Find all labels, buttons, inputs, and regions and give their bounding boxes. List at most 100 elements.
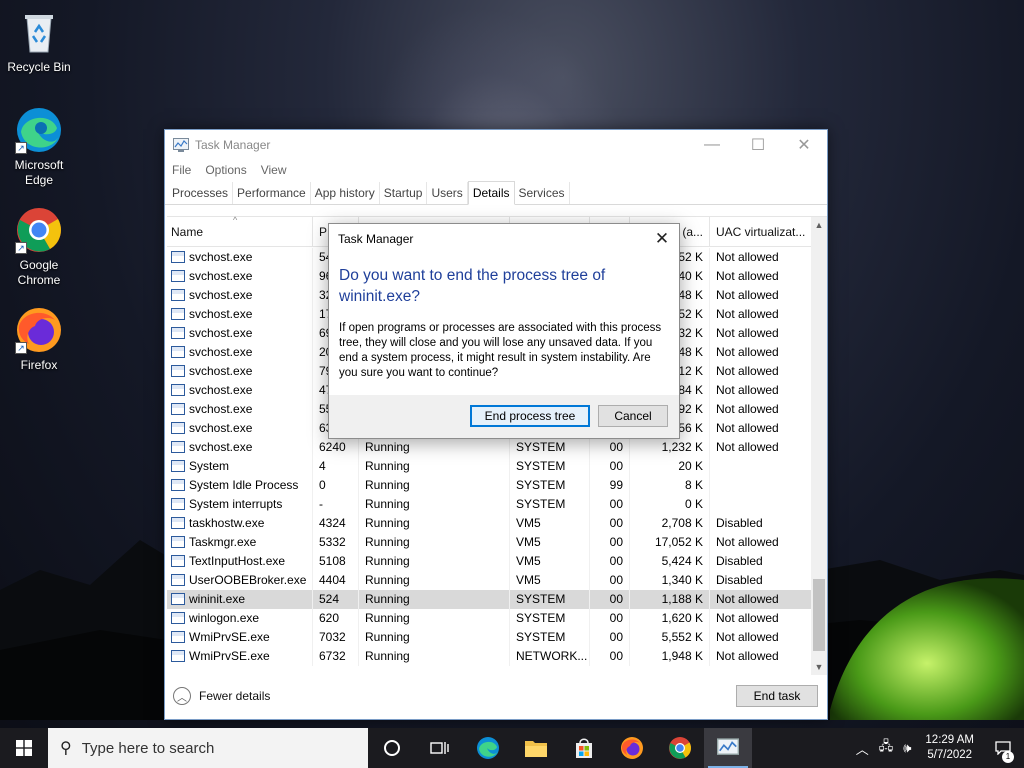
table-row[interactable]: System Idle Process 0 Running SYSTEM 99 8 K <box>167 476 811 495</box>
edge-icon: ↗ <box>15 106 63 154</box>
table-row[interactable]: WmiPrvSE.exe 7032 Running SYSTEM 00 5,552 K No… <box>167 628 811 647</box>
cancel-button[interactable]: Cancel <box>598 405 668 427</box>
tab-details[interactable]: Details <box>467 181 515 205</box>
store-icon[interactable] <box>560 728 608 768</box>
dialog-close-icon[interactable]: ✕ <box>645 224 679 253</box>
tab-services[interactable]: Services <box>515 182 570 204</box>
process-name-cell: WmiPrvSE.exe <box>167 647 313 666</box>
table-row[interactable]: wininit.exe 524 Running SYSTEM 00 1,188 K Not … <box>167 590 811 609</box>
table-row[interactable]: taskhostw.exe 4324 Running VM5 00 2,708 K Disa… <box>167 514 811 533</box>
vertical-scrollbar[interactable]: ▲ ▼ <box>811 217 827 675</box>
pid-cell: 524 <box>313 590 359 609</box>
clock[interactable]: 12:29 AM 5/7/2022 <box>925 733 974 763</box>
table-row[interactable]: svchost.exe 6240 Running SYSTEM 00 1,232 K Not… <box>167 438 811 457</box>
end-process-tree-button[interactable]: End process tree <box>470 405 590 427</box>
cpu-cell: 00 <box>590 552 630 571</box>
process-name: svchost.exe <box>189 269 253 283</box>
end-task-button[interactable]: End task <box>736 685 818 707</box>
minimize-button[interactable]: — <box>689 130 735 159</box>
column-header-name[interactable]: Name ^ <box>167 215 313 247</box>
volume-icon[interactable]: 🕪 <box>903 740 911 756</box>
cpu-cell: 00 <box>590 533 630 552</box>
menu-options[interactable]: Options <box>205 163 246 177</box>
maximize-button[interactable]: ☐ <box>735 130 781 159</box>
task-view-icon[interactable] <box>416 728 464 768</box>
scrollbar-thumb[interactable] <box>813 579 825 651</box>
windows-logo-icon <box>16 740 32 756</box>
table-row[interactable]: UserOOBEBroker.exe 4404 Running VM5 00 1,340 … <box>167 571 811 590</box>
network-icon[interactable]: 🖧 <box>879 737 894 759</box>
status-cell: Running <box>359 552 510 571</box>
start-button[interactable] <box>0 728 48 768</box>
cpu-cell: 00 <box>590 457 630 476</box>
process-name-cell: WmiPrvSE.exe <box>167 628 313 647</box>
table-row[interactable]: System 4 Running SYSTEM 00 20 K <box>167 457 811 476</box>
title-bar[interactable]: Task Manager — ☐ ✕ <box>165 130 827 159</box>
tab-app-history[interactable]: App history <box>311 182 380 204</box>
clock-time: 12:29 AM <box>925 734 974 746</box>
column-header-label: Name <box>171 225 204 239</box>
desktop-icon-firefox[interactable]: ↗ Firefox <box>1 306 77 373</box>
recycle-bin-icon <box>15 8 63 56</box>
process-name-cell: svchost.exe <box>167 438 313 457</box>
column-header-uac[interactable]: UAC virtualizat... <box>710 217 811 247</box>
notification-center-icon[interactable]: 1 <box>988 741 1018 763</box>
chevron-up-icon[interactable]: ︿ <box>856 739 869 758</box>
process-icon <box>171 402 185 415</box>
chrome-icon: ↗ <box>15 206 63 254</box>
process-name: WmiPrvSE.exe <box>189 630 270 644</box>
menu-file[interactable]: File <box>172 163 191 177</box>
process-icon <box>171 478 185 491</box>
close-button[interactable]: ✕ <box>781 130 827 159</box>
tab-users[interactable]: Users <box>427 182 468 204</box>
file-explorer-icon[interactable] <box>512 728 560 768</box>
scroll-up-icon[interactable]: ▲ <box>811 217 827 233</box>
uac-cell: Not allowed <box>716 535 779 549</box>
uac-cell: Not allowed <box>716 364 779 378</box>
search-icon: ⚲ <box>60 740 72 757</box>
desktop-icon-chrome[interactable]: ↗ Google Chrome <box>1 206 77 288</box>
cortana-icon[interactable] <box>368 728 416 768</box>
dialog-title-bar[interactable]: Task Manager ✕ <box>329 224 679 253</box>
tab-performance[interactable]: Performance <box>233 182 311 204</box>
uac-cell: Not allowed <box>716 592 779 606</box>
process-icon <box>171 440 185 453</box>
chrome-taskbar-icon[interactable] <box>656 728 704 768</box>
process-icon <box>171 288 185 301</box>
tab-bar: Processes Performance App history Startu… <box>165 181 827 205</box>
table-row[interactable]: System interrupts - Running SYSTEM 00 0 K <box>167 495 811 514</box>
user-name-cell: SYSTEM <box>510 590 590 609</box>
table-row[interactable]: Taskmgr.exe 5332 Running VM5 00 17,052 K Not a… <box>167 533 811 552</box>
table-row[interactable]: TextInputHost.exe 5108 Running VM5 00 5,424 K… <box>167 552 811 571</box>
process-name: Taskmgr.exe <box>189 535 257 549</box>
uac-cell: Not allowed <box>716 611 779 625</box>
tab-processes[interactable]: Processes <box>168 182 234 204</box>
memory-cell: 1,340 K <box>630 571 710 590</box>
chevron-up-icon: ︿ <box>173 687 191 705</box>
memory-cell: 1,948 K <box>630 647 710 666</box>
menu-view[interactable]: View <box>261 163 287 177</box>
edge-taskbar-icon[interactable] <box>464 728 512 768</box>
desktop-icon-edge[interactable]: ↗ Microsoft Edge <box>1 106 77 188</box>
pid-cell: 4324 <box>313 514 359 533</box>
fewer-details-toggle[interactable]: ︿ Fewer details <box>173 687 270 705</box>
uac-cell: Not allowed <box>716 421 779 435</box>
table-row[interactable]: WmiPrvSE.exe 6732 Running NETWORK... 00 1,948… <box>167 647 811 666</box>
process-icon <box>171 421 185 434</box>
process-icon <box>171 307 185 320</box>
process-icon <box>171 250 185 263</box>
pid-cell: - <box>313 495 359 514</box>
table-row[interactable]: winlogon.exe 620 Running SYSTEM 00 1,620 K Not… <box>167 609 811 628</box>
tab-startup[interactable]: Startup <box>380 182 428 204</box>
pid-cell: 6732 <box>313 647 359 666</box>
task-manager-taskbar-icon[interactable] <box>704 728 752 768</box>
process-name: winlogon.exe <box>189 611 260 625</box>
firefox-taskbar-icon[interactable] <box>608 728 656 768</box>
system-tray: ︿ 🖧 🕪 12:29 AM 5/7/2022 1 <box>856 728 1024 768</box>
task-manager-icon <box>173 137 189 152</box>
process-icon <box>171 630 185 643</box>
taskbar-search-box[interactable]: ⚲ Type here to search <box>48 728 368 768</box>
memory-cell: 2,708 K <box>630 514 710 533</box>
desktop-icon-recycle-bin[interactable]: Recycle Bin <box>1 8 77 75</box>
status-cell: Running <box>359 476 510 495</box>
